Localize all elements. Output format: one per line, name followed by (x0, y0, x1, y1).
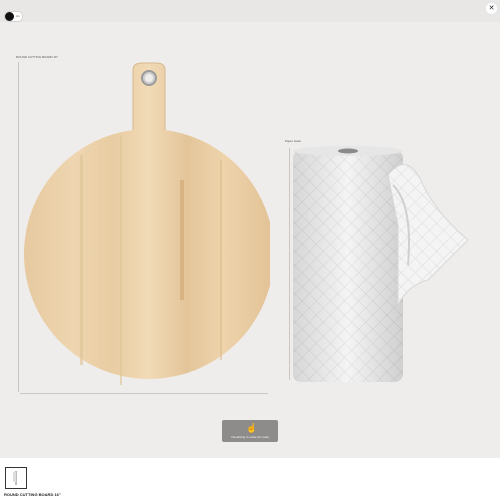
ar-button-label: Visualizing to scale (for sale) (230, 435, 270, 439)
reference-label: Paper towel (285, 139, 301, 143)
thumbnail-strip: ROUND CUTTING BOARD 16" (0, 458, 500, 500)
close-icon: ✕ (488, 5, 495, 12)
height-dimension-line (18, 62, 19, 392)
view-in-ar-button[interactable]: ☝ Visualizing to scale (for sale) (222, 420, 278, 442)
product-label: ROUND CUTTING BOARD 16" (16, 55, 58, 59)
thumbnail-image (13, 471, 17, 485)
hand-pointer-icon: ☝ (246, 423, 258, 433)
close-button[interactable]: ✕ (486, 3, 497, 14)
toggle-knob (5, 12, 14, 21)
top-bar: cm ✕ (0, 0, 500, 22)
width-dimension-line (20, 393, 268, 394)
paper-towel-image (293, 146, 469, 382)
product-caption: ROUND CUTTING BOARD 16" (4, 492, 61, 497)
unit-toggle-label: cm (16, 14, 20, 18)
cutting-board-image (24, 62, 270, 385)
product-thumbnail[interactable] (5, 467, 27, 489)
unit-toggle[interactable]: cm (4, 11, 23, 22)
